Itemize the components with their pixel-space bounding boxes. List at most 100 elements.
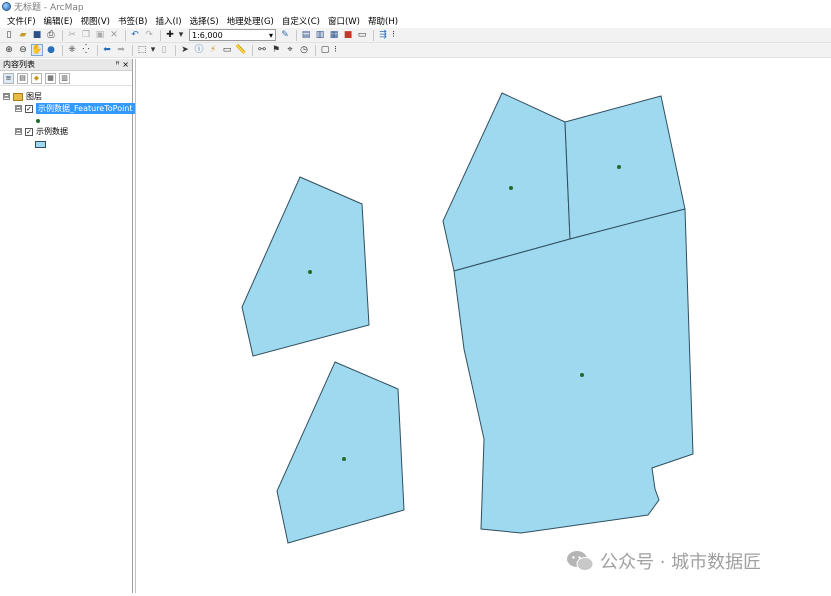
toolbar-separator [252, 44, 253, 56]
toolbar-separator [373, 29, 374, 41]
menu-insert[interactable]: 插入(I) [151, 15, 185, 27]
open-folder-icon[interactable]: ▰ [17, 29, 29, 41]
toc-group-row[interactable]: ⊟ 图层 [3, 91, 42, 102]
toolbar-separator [296, 29, 297, 41]
undo-icon[interactable]: ↶ [129, 29, 141, 41]
toc-header: 内容列表 ꟸ × [0, 59, 132, 71]
collapse-icon[interactable]: ⊟ [15, 128, 22, 135]
find-route-icon[interactable]: ⚑ [270, 44, 282, 56]
create-viewer-window-icon[interactable]: ▢ [319, 44, 331, 56]
map-scale-combo[interactable]: 1:6,000 ▾ [189, 29, 276, 41]
toc-options-icon[interactable]: ▥ [59, 72, 70, 84]
python-window-icon[interactable]: ▭ [356, 29, 368, 41]
fixed-zoom-in-icon[interactable]: ⁜ [66, 44, 78, 56]
arctoolbox-icon[interactable]: ■ [342, 29, 354, 41]
select-elements-icon[interactable]: ➤ [179, 44, 191, 56]
arcmap-globe-icon [2, 2, 11, 11]
toc-layer-row[interactable]: ⊟ ✓ 示例数据 [15, 126, 68, 137]
dropdown-arrow-icon[interactable]: ▾ [178, 29, 184, 41]
list-by-source-icon[interactable]: ▤ [17, 72, 28, 84]
toc-layer-row[interactable]: ⊟ ✓ 示例数据_FeatureToPoint [15, 103, 135, 114]
list-by-visibility-icon[interactable]: ◆ [31, 72, 42, 84]
wechat-icon [567, 551, 594, 571]
dropdown-arrow-icon[interactable]: ▾ [150, 44, 156, 56]
toolbar-separator [132, 44, 133, 56]
menu-selection[interactable]: 选择(S) [186, 15, 223, 27]
menu-bookmarks[interactable]: 书签(B) [114, 15, 151, 27]
cut-icon[interactable]: ✂ [66, 29, 78, 41]
menu-help[interactable]: 帮助(H) [364, 15, 402, 27]
add-data-icon[interactable]: ✚ [164, 29, 176, 41]
hyperlink-icon[interactable]: ⚡ [207, 44, 219, 56]
point-symbol-icon [36, 118, 40, 123]
list-by-drawing-order-icon[interactable]: ≡ [3, 72, 14, 84]
collapse-icon[interactable]: ⊟ [3, 93, 10, 100]
pin-close-icon[interactable]: ꟸ × [115, 60, 129, 69]
centroid-point[interactable] [580, 373, 584, 377]
toolbar-overflow-icon[interactable]: ⁝ [333, 44, 338, 56]
centroid-point[interactable] [509, 186, 513, 190]
table-of-contents-icon[interactable]: ▤ [300, 29, 312, 41]
menu-file[interactable]: 文件(F) [3, 15, 40, 27]
polygon-symbol-row [35, 139, 46, 150]
go-to-xy-icon[interactable]: ⌖ [284, 44, 296, 56]
find-icon[interactable]: ⚯ [256, 44, 268, 56]
toc-toolbar: ≡ ▤ ◆ ▦ ▥ [0, 71, 132, 86]
full-extent-icon[interactable]: ● [45, 44, 57, 56]
menu-view[interactable]: 视图(V) [77, 15, 114, 27]
centroid-point[interactable] [617, 165, 621, 169]
polygon-feature[interactable] [241, 176, 370, 357]
centroid-point[interactable] [342, 457, 346, 461]
delete-icon[interactable]: ✕ [108, 29, 120, 41]
pan-icon[interactable]: ✋ [31, 44, 43, 56]
menu-geoprocessing[interactable]: 地理处理(G) [223, 15, 278, 27]
time-slider-icon[interactable]: ◷ [298, 44, 310, 56]
new-document-icon[interactable]: ▯ [3, 29, 15, 41]
layer-name[interactable]: 示例数据 [36, 126, 68, 137]
clear-selection-icon[interactable]: ▯ [158, 44, 170, 56]
toolbar-separator [97, 44, 98, 56]
search-window-icon[interactable]: ▦ [328, 29, 340, 41]
layer-name[interactable]: 示例数据_FeatureToPoint [36, 103, 135, 114]
collapse-icon[interactable]: ⊟ [15, 105, 22, 112]
measure-icon[interactable]: 📏 [235, 44, 247, 56]
fixed-zoom-out-icon[interactable]: ⁛ [80, 44, 92, 56]
zoom-in-icon[interactable]: ⊕ [3, 44, 15, 56]
html-popup-icon[interactable]: ▭ [221, 44, 233, 56]
title-bar: 无标题 - ArcMap [0, 0, 831, 13]
catalog-window-icon[interactable]: ▥ [314, 29, 326, 41]
paste-icon[interactable]: ▣ [94, 29, 106, 41]
print-icon[interactable]: ⎙ [45, 29, 57, 41]
zoom-out-icon[interactable]: ⊖ [17, 44, 29, 56]
editor-toolbar-icon[interactable]: ✎ [279, 29, 291, 41]
select-features-icon[interactable]: ⬚ [136, 44, 148, 56]
menu-windows[interactable]: 窗口(W) [324, 15, 364, 27]
save-icon[interactable]: ■ [31, 29, 43, 41]
model-builder-icon[interactable]: ⇶ [377, 29, 389, 41]
toolbar-overflow-icon[interactable]: ⁝ [391, 29, 396, 41]
toolbar-separator [175, 44, 176, 56]
polygon-feature[interactable] [276, 361, 405, 544]
toc-title: 内容列表 [3, 60, 35, 69]
list-by-selection-icon[interactable]: ▦ [45, 72, 56, 84]
copy-icon[interactable]: ❐ [80, 29, 92, 41]
toolbar-separator [62, 44, 63, 56]
layer-visibility-checkbox[interactable]: ✓ [25, 127, 33, 136]
map-view[interactable] [135, 59, 831, 593]
point-symbol-row [36, 115, 40, 126]
toolbar-separator [125, 29, 126, 41]
redo-icon[interactable]: ↷ [143, 29, 155, 41]
toolbar-separator [160, 29, 161, 41]
menu-customize[interactable]: 自定义(C) [278, 15, 324, 27]
toolbar-separator [62, 29, 63, 41]
centroid-point[interactable] [308, 270, 312, 274]
layer-visibility-checkbox[interactable]: ✓ [25, 104, 33, 113]
map-canvas[interactable] [136, 59, 831, 593]
menu-edit[interactable]: 编辑(E) [40, 15, 77, 27]
identify-icon[interactable]: ⓘ [193, 44, 205, 56]
chevron-down-icon: ▾ [268, 30, 273, 40]
polygon-symbol-icon [35, 141, 46, 148]
go-forward-icon[interactable]: ➡ [115, 44, 127, 56]
watermark-text: 公众号 · 城市数据匠 [600, 552, 762, 573]
go-back-icon[interactable]: ⬅ [101, 44, 113, 56]
